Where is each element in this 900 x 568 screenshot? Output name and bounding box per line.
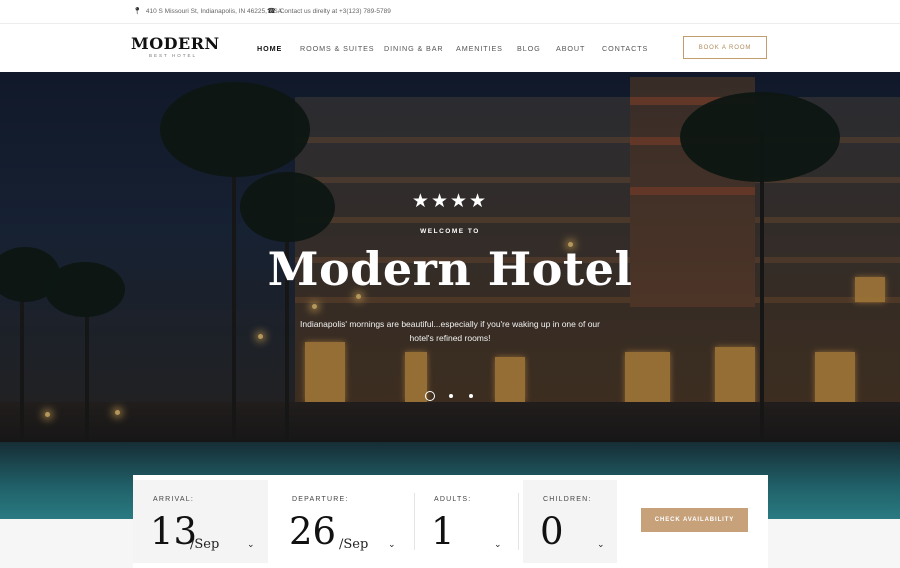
top-info-bar: 📍︎ 410 S Missouri St, Indianapolis, IN 4…: [0, 0, 900, 24]
logo[interactable]: MODERN BEST HOTEL: [131, 35, 219, 58]
chevron-down-icon[interactable]: ⌄: [494, 539, 502, 550]
adults-label: ADULTS:: [434, 496, 472, 503]
phone-info[interactable]: ☎ Contact us direlty at +3(123) 789-5789: [267, 7, 391, 16]
logo-name[interactable]: MODERN: [131, 35, 219, 52]
star-rating: ★★★★: [411, 191, 489, 212]
phone-text[interactable]: Contact us direlty at +3(123) 789-5789: [280, 8, 391, 15]
field-divider: [518, 493, 519, 550]
address-text: 410 S Missouri St, Indianapolis, IN 4622…: [145, 7, 283, 15]
children-select[interactable]: CHILDREN: 0 ⌄: [523, 480, 617, 563]
departure-day: 26: [289, 510, 337, 553]
hero-title: Modern Hotel: [267, 242, 633, 296]
nav-home[interactable]: HOME: [257, 44, 282, 53]
chevron-down-icon[interactable]: ⌄: [388, 539, 396, 550]
chevron-down-icon[interactable]: ⌄: [597, 539, 605, 550]
hero-slider: ★★★★ WELCOME TO Modern Hotel Indianapoli…: [0, 72, 900, 519]
children-label: CHILDREN:: [543, 496, 592, 503]
welcome-text: WELCOME TO: [420, 228, 480, 235]
phone-icon: ☎: [267, 8, 276, 15]
nav-about[interactable]: ABOUT: [556, 44, 585, 53]
nav-contacts[interactable]: CONTACTS: [602, 44, 648, 53]
map-pin-icon: 📍︎: [133, 8, 142, 15]
check-availability-button[interactable]: CHECK AVAILABILITY: [641, 508, 748, 532]
children-value: 0: [540, 510, 564, 553]
arrival-label: ARRIVAL:: [153, 496, 194, 503]
departure-label: DEPARTURE:: [292, 496, 349, 503]
chevron-down-icon[interactable]: ⌄: [247, 539, 255, 550]
adults-value: 1: [431, 510, 455, 553]
nav-blog[interactable]: BLOG: [517, 44, 541, 53]
slider-pagination: [425, 391, 477, 401]
arrival-date-select[interactable]: ARRIVAL: 13 /Sep ⌄: [133, 480, 268, 563]
site-header: MODERN BEST HOTEL HOME ROOMS & SUITES DI…: [0, 24, 900, 72]
nav-rooms-suites[interactable]: ROOMS & SUITES: [300, 44, 375, 53]
slider-dot-2[interactable]: [449, 394, 453, 398]
logo-tagline: BEST HOTEL: [149, 53, 197, 58]
slider-dot-1[interactable]: [425, 391, 435, 401]
nav-amenities[interactable]: AMENITIES: [456, 44, 503, 53]
hero-subtitle: Indianapolis' mornings are beautiful...e…: [300, 319, 600, 343]
nav-dining-bar[interactable]: DINING & BAR: [384, 44, 444, 53]
book-a-room-button[interactable]: BOOK A ROOM: [683, 36, 767, 59]
address-info: 📍︎ 410 S Missouri St, Indianapolis, IN 4…: [133, 7, 283, 16]
arrival-month: /Sep: [190, 537, 220, 552]
departure-date-select[interactable]: DEPARTURE: 26 /Sep ⌄: [272, 480, 407, 563]
slider-dot-3[interactable]: [469, 394, 473, 398]
booking-form: ARRIVAL: 13 /Sep ⌄ DEPARTURE: 26 /Sep ⌄ …: [133, 475, 768, 568]
adults-select[interactable]: ADULTS: 1 ⌄: [414, 480, 514, 563]
departure-month: /Sep: [339, 537, 369, 552]
